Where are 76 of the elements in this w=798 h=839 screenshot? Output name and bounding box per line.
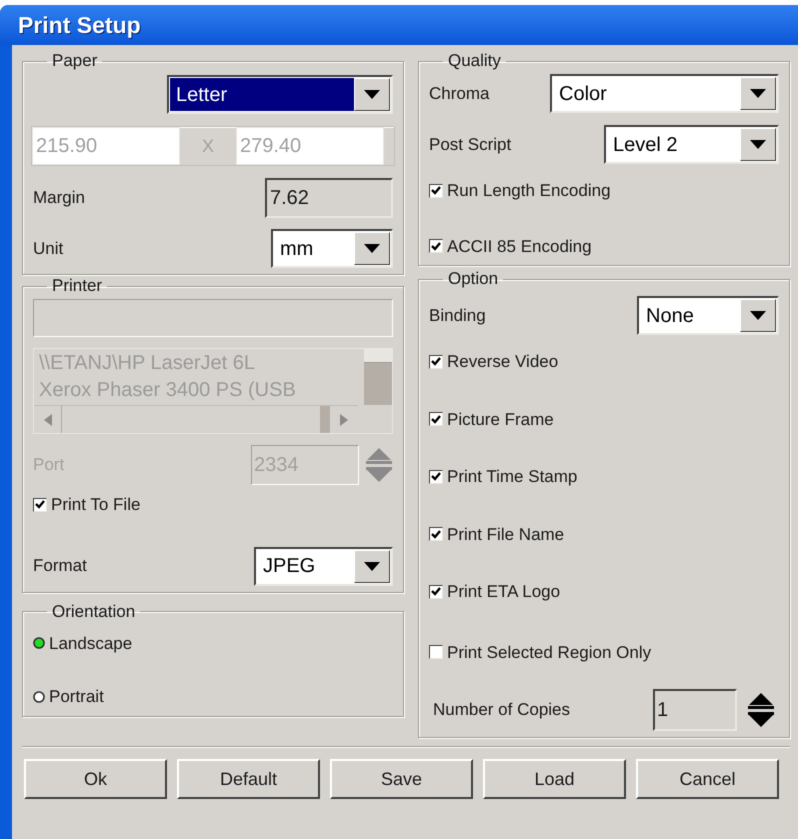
checkbox[interactable] bbox=[429, 584, 443, 599]
dropdown[interactable]: Level 2 bbox=[604, 125, 779, 164]
dropdown[interactable]: Letter bbox=[167, 75, 393, 114]
dialog-button[interactable]: Default bbox=[177, 759, 320, 799]
dropdown[interactable]: Color bbox=[550, 74, 779, 113]
dropdown-value: Letter bbox=[170, 78, 354, 111]
checkbox-label: Print To File bbox=[51, 494, 140, 516]
dropdown-button[interactable] bbox=[740, 299, 776, 332]
dropdown-button[interactable] bbox=[740, 128, 776, 161]
check-icon bbox=[431, 242, 441, 251]
field-label: Binding bbox=[429, 304, 486, 327]
checkbox-label: Print Selected Region Only bbox=[447, 642, 652, 664]
dialog-button[interactable]: Load bbox=[483, 759, 626, 799]
dropdown-button[interactable] bbox=[354, 78, 390, 111]
check-icon bbox=[431, 472, 441, 482]
checkbox[interactable] bbox=[33, 498, 47, 512]
caret-icon bbox=[750, 89, 766, 98]
radio-label: Portrait bbox=[49, 686, 104, 708]
check-icon bbox=[431, 186, 441, 196]
group-label: Option bbox=[447, 270, 500, 288]
dropdown-button[interactable] bbox=[740, 77, 776, 110]
checkbox-label: Print ETA Logo bbox=[447, 581, 560, 603]
window-title: Print Setup bbox=[18, 10, 141, 40]
check-icon bbox=[431, 587, 441, 596]
group-label: Orientation bbox=[51, 602, 136, 620]
checkbox[interactable] bbox=[429, 527, 443, 542]
group-label: Quality bbox=[447, 52, 502, 70]
checkbox-label: Reverse Video bbox=[447, 351, 558, 373]
check-icon bbox=[431, 414, 441, 424]
left-arrow-icon bbox=[44, 414, 52, 426]
dropdown[interactable]: None bbox=[637, 296, 779, 335]
caret-icon bbox=[750, 140, 766, 149]
scroll-thumb[interactable] bbox=[364, 349, 392, 363]
dialog-button[interactable]: Save bbox=[330, 759, 473, 799]
horizontal-scrollbar[interactable] bbox=[34, 405, 358, 433]
vertical-scrollbar[interactable] bbox=[364, 349, 392, 406]
caret-icon bbox=[364, 90, 380, 99]
caret-icon bbox=[750, 311, 766, 320]
checkbox-label: ACCII 85 Encoding bbox=[447, 236, 592, 258]
dialog-button[interactable]: Cancel bbox=[636, 759, 779, 799]
printer-name-field[interactable] bbox=[33, 299, 393, 337]
checkbox-label: Picture Frame bbox=[447, 408, 554, 430]
radio-label: Landscape bbox=[49, 632, 132, 654]
group-label: Printer bbox=[51, 277, 104, 295]
checkbox[interactable] bbox=[429, 354, 443, 369]
checkbox[interactable] bbox=[429, 184, 443, 198]
checkbox-label: Print Time Stamp bbox=[447, 466, 578, 488]
check-icon bbox=[431, 530, 441, 539]
checkbox-label: Run Length Encoding bbox=[447, 180, 611, 202]
field-label: Unit bbox=[33, 238, 64, 260]
check-icon bbox=[35, 500, 45, 510]
dropdown-button[interactable] bbox=[354, 232, 390, 265]
margin-field[interactable]: 7.62 bbox=[265, 178, 393, 218]
copies-field[interactable]: 1 bbox=[653, 689, 737, 731]
field-label: Margin bbox=[33, 187, 85, 210]
group-label: Paper bbox=[51, 52, 98, 70]
field-label: Format bbox=[33, 555, 87, 578]
caret-icon bbox=[364, 244, 380, 253]
right-arrow-icon bbox=[340, 414, 348, 426]
dropdown-button[interactable] bbox=[354, 550, 390, 582]
checkbox-label: Print File Name bbox=[447, 524, 564, 546]
checkbox[interactable] bbox=[429, 239, 443, 254]
field-label: Post Script bbox=[429, 134, 512, 156]
field-label: Number of Copies bbox=[433, 699, 570, 722]
field-label: Chroma bbox=[429, 82, 490, 105]
caret-icon bbox=[364, 562, 380, 570]
radio-button[interactable] bbox=[33, 690, 45, 703]
scroll-thumb[interactable] bbox=[320, 406, 330, 433]
dialog-button[interactable]: Ok bbox=[24, 759, 167, 799]
checkbox[interactable] bbox=[429, 412, 443, 426]
check-icon bbox=[431, 357, 441, 366]
radio-button[interactable] bbox=[33, 637, 45, 650]
dropdown[interactable]: mm bbox=[271, 229, 393, 268]
checkbox[interactable] bbox=[429, 645, 443, 660]
checkbox[interactable] bbox=[429, 470, 443, 484]
dropdown[interactable]: JPEG bbox=[254, 546, 393, 586]
